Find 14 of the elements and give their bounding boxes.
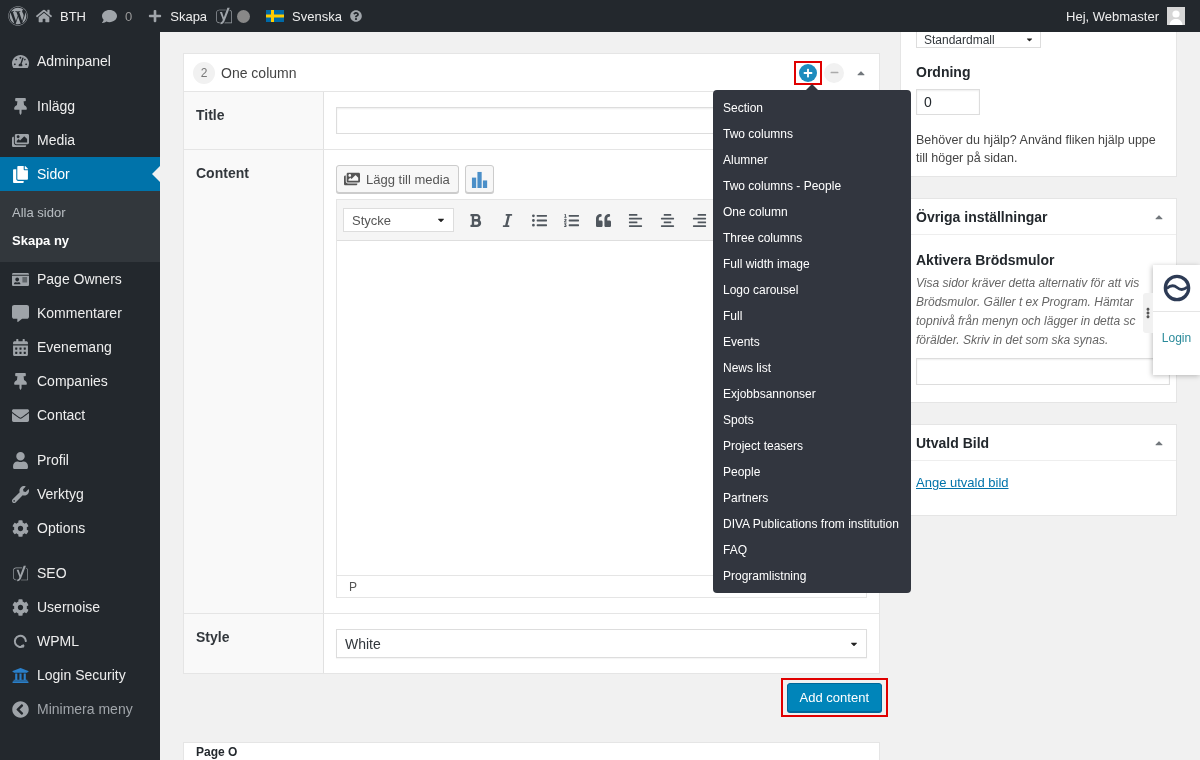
field-label: Content [184,150,324,613]
field-label: Ordning [916,64,971,81]
element-path: P [349,579,357,594]
field-description: Visa sidor kräver detta alternativ för att vis Brödsmulor. Gäller t ex Program. Hämtar topnivå från menyn och lägger in detta sc förälder. Skriv in det som ska synas. [916,275,1140,349]
panel-title: Utvald Bild [916,434,990,451]
field-label: Style [184,614,324,673]
module-number: 2 [193,61,215,84]
help-text: Behöver du hjälp? Använd fliken hjälp uppe till höger på sidan. [916,132,1157,167]
comment-count: 0 [125,8,133,24]
panel-title: Övriga inställningar [916,208,1048,225]
field-label: Aktivera Brödsmulor [916,252,1056,269]
module-title: One column [221,64,297,81]
field-label: Title [184,92,324,149]
module-title: Page O [196,745,239,759]
